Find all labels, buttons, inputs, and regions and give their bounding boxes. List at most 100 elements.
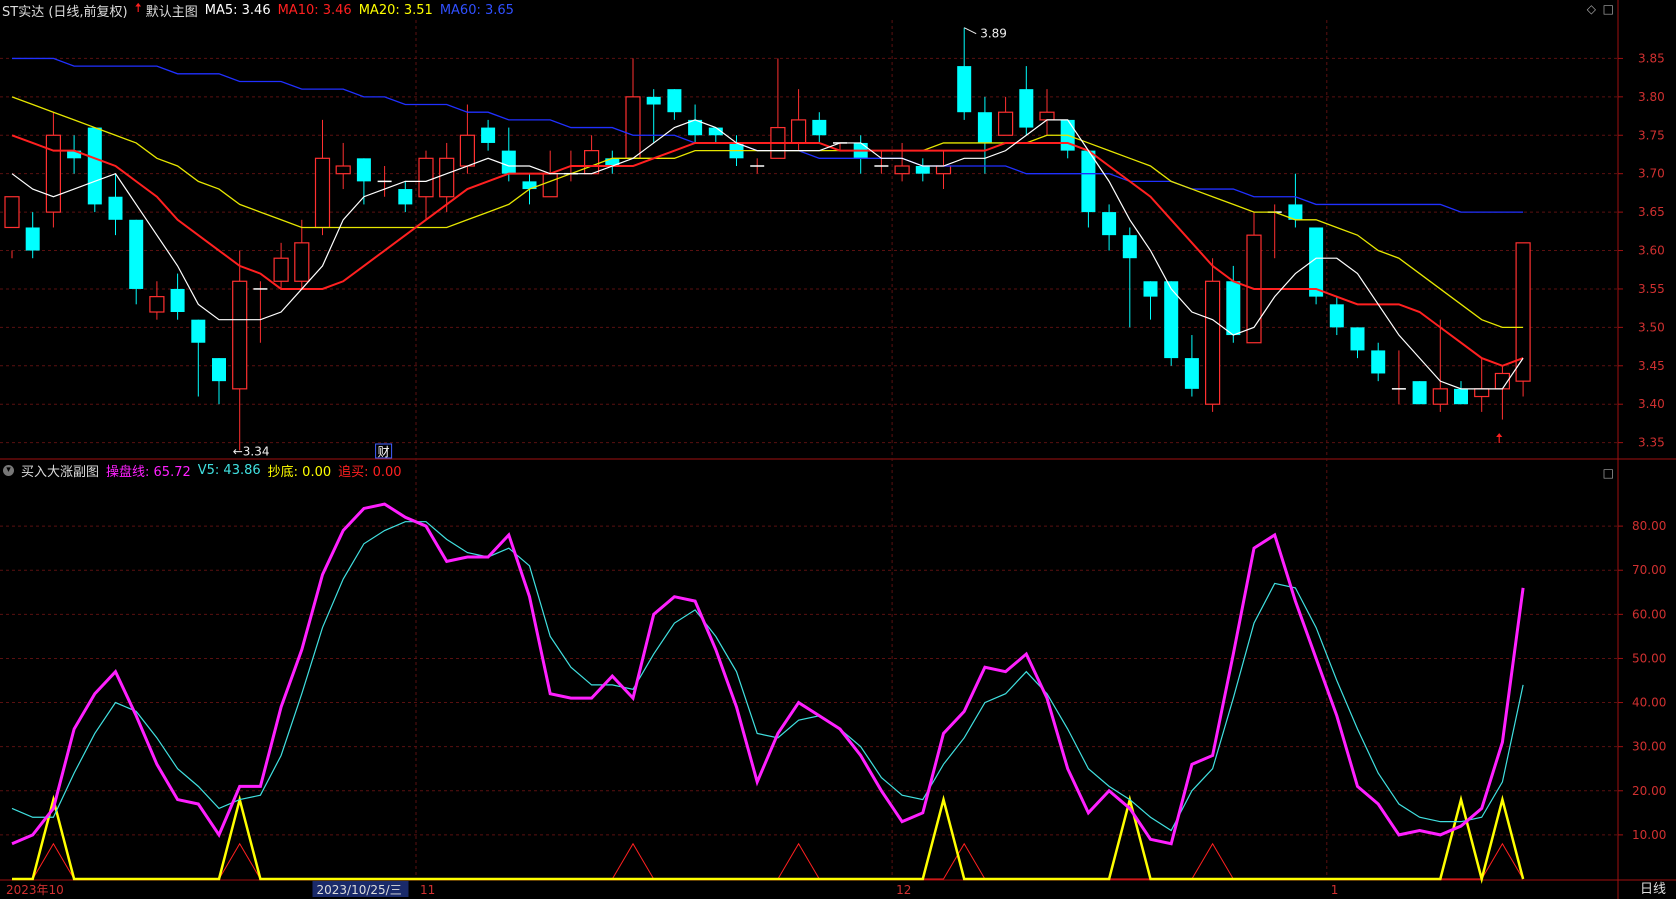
candle-body — [1019, 89, 1034, 128]
price-axis-label: 3.85 — [1638, 51, 1665, 65]
price-axis-label: 3.45 — [1638, 359, 1665, 373]
date-label: 1 — [1331, 883, 1339, 897]
high-price-label: 3.89 — [980, 27, 1007, 41]
candle-body — [1184, 358, 1199, 389]
price-axis-label: 3.70 — [1638, 167, 1665, 181]
candle — [129, 219, 144, 305]
main-chart-header: ST实达 (日线,前复权) 🠅 默认主图 MA5: 3.46 MA10: 3.4… — [0, 0, 521, 20]
candle-body — [997, 111, 1014, 136]
candle — [957, 27, 972, 120]
indicator-axis-label: 50.00 — [1632, 651, 1666, 665]
chase-label: 追买: 0.00 — [338, 464, 402, 480]
candle-body — [977, 112, 992, 143]
candle — [915, 158, 930, 182]
candles — [4, 27, 1531, 451]
candle — [481, 119, 496, 151]
candle — [1204, 258, 1221, 412]
sub-chart-title[interactable]: 买入大涨副图 — [21, 461, 99, 480]
price-axis-label: 3.80 — [1638, 90, 1665, 104]
square-icon[interactable]: □ — [1603, 2, 1614, 16]
stock-title[interactable]: ST实达 (日线,前复权) — [2, 1, 128, 20]
price-axis-label: 3.65 — [1638, 205, 1665, 219]
candle-body — [812, 119, 827, 136]
candle — [4, 196, 20, 259]
candle-body — [45, 134, 62, 213]
buy-bottom-line — [12, 794, 1525, 884]
candle-body — [1204, 280, 1221, 405]
candle-body — [1329, 304, 1344, 328]
sub-square-icon[interactable]: □ — [1603, 466, 1614, 480]
candle — [273, 242, 289, 289]
price-axis-label: 3.60 — [1638, 244, 1665, 258]
candle — [708, 127, 723, 143]
candle-body — [356, 158, 371, 182]
finance-icon: 财 — [378, 445, 390, 459]
candle-body — [418, 157, 434, 198]
price-axis-label: 3.75 — [1638, 128, 1665, 142]
period-label[interactable]: 日线 — [1640, 878, 1666, 897]
date-label: 12 — [896, 883, 911, 897]
candle — [149, 281, 165, 320]
price-axis-label: 3.40 — [1638, 397, 1665, 411]
candle — [1039, 89, 1055, 136]
indicator-axis-label: 40.00 — [1632, 696, 1666, 710]
buy-bottom-label: 抄底: 0.00 — [267, 464, 332, 480]
candle-body — [646, 96, 661, 105]
candle-body — [439, 157, 455, 198]
candle — [1454, 381, 1468, 405]
low-price-label: ←3.34 — [233, 444, 270, 458]
candle-body — [625, 96, 641, 159]
candle-body — [1454, 388, 1468, 405]
cp-line — [11, 502, 1525, 846]
chase-line — [12, 842, 1524, 880]
v5-label: V5: 43.86 — [197, 462, 261, 478]
high-pointer — [963, 27, 977, 35]
candle — [25, 212, 40, 259]
candle — [853, 135, 868, 174]
candle — [1060, 119, 1075, 159]
chart-canvas[interactable]: 3.85 3.80 3.75 3.70 3.65 3.60 3.55 3.50 3.45 3.40… — [0, 0, 1676, 899]
candle-body — [935, 165, 952, 175]
candle-body — [1081, 150, 1096, 213]
indicator-axis-label: 60.00 — [1632, 607, 1666, 621]
candle — [67, 135, 82, 174]
candle-body — [273, 257, 289, 282]
candle-body — [1039, 111, 1055, 121]
candle-body — [459, 134, 475, 167]
sub-chart-header: ▾ 买入大涨副图 操盘线: 65.72 V5: 43.86 抄底: 0.00 追… — [0, 460, 409, 480]
ma5-label: MA5: 3.46 — [204, 2, 271, 18]
candle — [1143, 281, 1158, 320]
cp-line-label: 操盘线: 65.72 — [106, 464, 191, 480]
indicator-axis-label: 70.00 — [1632, 563, 1666, 577]
candle — [812, 112, 827, 143]
ma20-label: MA20: 3.51 — [358, 2, 433, 18]
candle — [1184, 335, 1199, 397]
date-label: 2023/10/25/三 — [317, 883, 402, 897]
candle — [605, 150, 620, 174]
candle-body — [212, 358, 226, 382]
candle-body — [108, 196, 123, 220]
candle — [894, 142, 910, 182]
candle-body — [1226, 281, 1241, 336]
main-chart-name[interactable]: 默认主图 — [146, 1, 198, 20]
red-up-arrow-icon[interactable]: 🠅 — [135, 0, 142, 21]
v5-line — [11, 521, 1524, 832]
ma60-label: MA60: 3.65 — [439, 2, 514, 18]
candle-body — [1164, 281, 1179, 359]
candle-body — [894, 165, 910, 175]
candle — [1350, 327, 1365, 359]
candle-body — [1412, 381, 1427, 405]
indicator-axis-label: 30.00 — [1632, 740, 1666, 754]
candle-body — [667, 89, 682, 113]
candle-body — [481, 127, 496, 143]
diamond-icon[interactable]: ◇ — [1587, 2, 1596, 16]
candle — [191, 319, 206, 397]
date-label: 11 — [420, 883, 435, 897]
candle-body — [501, 150, 516, 174]
candle-body — [1102, 212, 1117, 236]
candle-body — [1474, 388, 1490, 398]
candle — [45, 112, 62, 228]
candle-body — [4, 196, 20, 229]
candle — [1515, 242, 1531, 397]
collapse-icon[interactable]: ▾ — [3, 464, 14, 476]
